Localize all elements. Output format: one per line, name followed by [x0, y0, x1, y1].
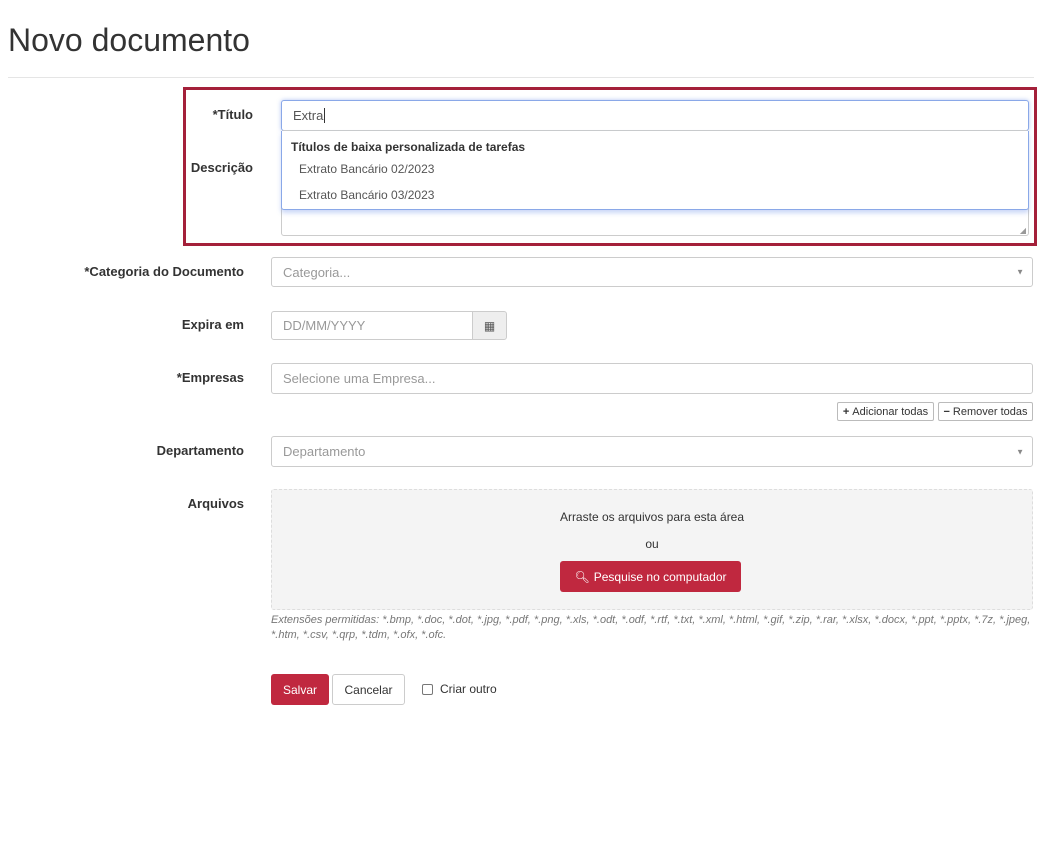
add-all-label: Adicionar todas — [852, 405, 929, 418]
plus-icon: + — [842, 405, 850, 418]
allowed-extensions: Extensões permitidas: *.bmp, *.doc, *.do… — [271, 614, 1031, 641]
descricao-label: Descrição — [190, 160, 253, 175]
empresas-select[interactable]: Selecione uma Empresa... — [271, 363, 1033, 394]
remove-all-button[interactable]: − Remover todas — [938, 402, 1033, 421]
categoria-select[interactable]: Categoria... ▼ — [271, 257, 1033, 287]
cancel-button[interactable]: Cancelar — [332, 674, 405, 705]
empresas-placeholder: Selecione uma Empresa... — [283, 371, 436, 386]
empresas-label: *Empresas — [176, 370, 244, 385]
departamento-label: Departamento — [156, 443, 244, 458]
expira-placeholder: DD/MM/YYYY — [283, 318, 366, 333]
minus-icon: − — [943, 405, 950, 418]
categoria-label: *Categoria do Documento — [84, 264, 244, 279]
divider — [8, 77, 1034, 78]
page-title: Novo documento — [8, 22, 250, 58]
chevron-down-icon: ▼ — [1016, 447, 1024, 456]
save-button[interactable]: Salvar — [271, 674, 329, 705]
categoria-placeholder: Categoria... — [283, 264, 351, 280]
add-all-button[interactable]: + Adicionar todas — [837, 402, 934, 421]
search-icon: 🔍︎ — [574, 569, 590, 584]
file-dropzone[interactable]: Arraste os arquivos para esta área ou 🔍︎… — [271, 489, 1033, 610]
text-cursor — [324, 108, 326, 123]
autocomplete-option[interactable]: Extrato Bancário 02/2023 — [299, 162, 434, 176]
autocomplete-option[interactable]: Extrato Bancário 03/2023 — [299, 188, 434, 202]
browse-button[interactable]: 🔍︎ Pesquise no computador — [560, 561, 741, 592]
chevron-down-icon: ▼ — [1016, 267, 1024, 277]
browse-label: Pesquise no computador — [593, 569, 727, 584]
expira-input[interactable]: DD/MM/YYYY — [271, 311, 473, 340]
expira-label: Expira em — [181, 317, 244, 332]
remove-all-label: Remover todas — [952, 405, 1028, 418]
titulo-value: Extra — [293, 108, 324, 123]
create-another-checkbox[interactable] — [422, 684, 433, 695]
drop-text: Arraste os arquivos para esta área — [559, 510, 745, 524]
departamento-select[interactable]: Departamento ▼ — [271, 436, 1033, 467]
titulo-label: *Título — [212, 107, 253, 122]
create-another-label[interactable]: Criar outro — [440, 682, 497, 696]
autocomplete-group-header: Títulos de baixa personalizada de tarefa… — [291, 140, 526, 154]
titulo-input[interactable]: Extra — [281, 100, 1029, 131]
autocomplete-dropdown: Títulos de baixa personalizada de tarefa… — [281, 131, 1029, 210]
arquivos-label: Arquivos — [187, 496, 244, 511]
or-text: ou — [645, 537, 659, 551]
departamento-placeholder: Departamento — [283, 444, 366, 459]
calendar-icon[interactable]: ▦ — [472, 311, 507, 340]
